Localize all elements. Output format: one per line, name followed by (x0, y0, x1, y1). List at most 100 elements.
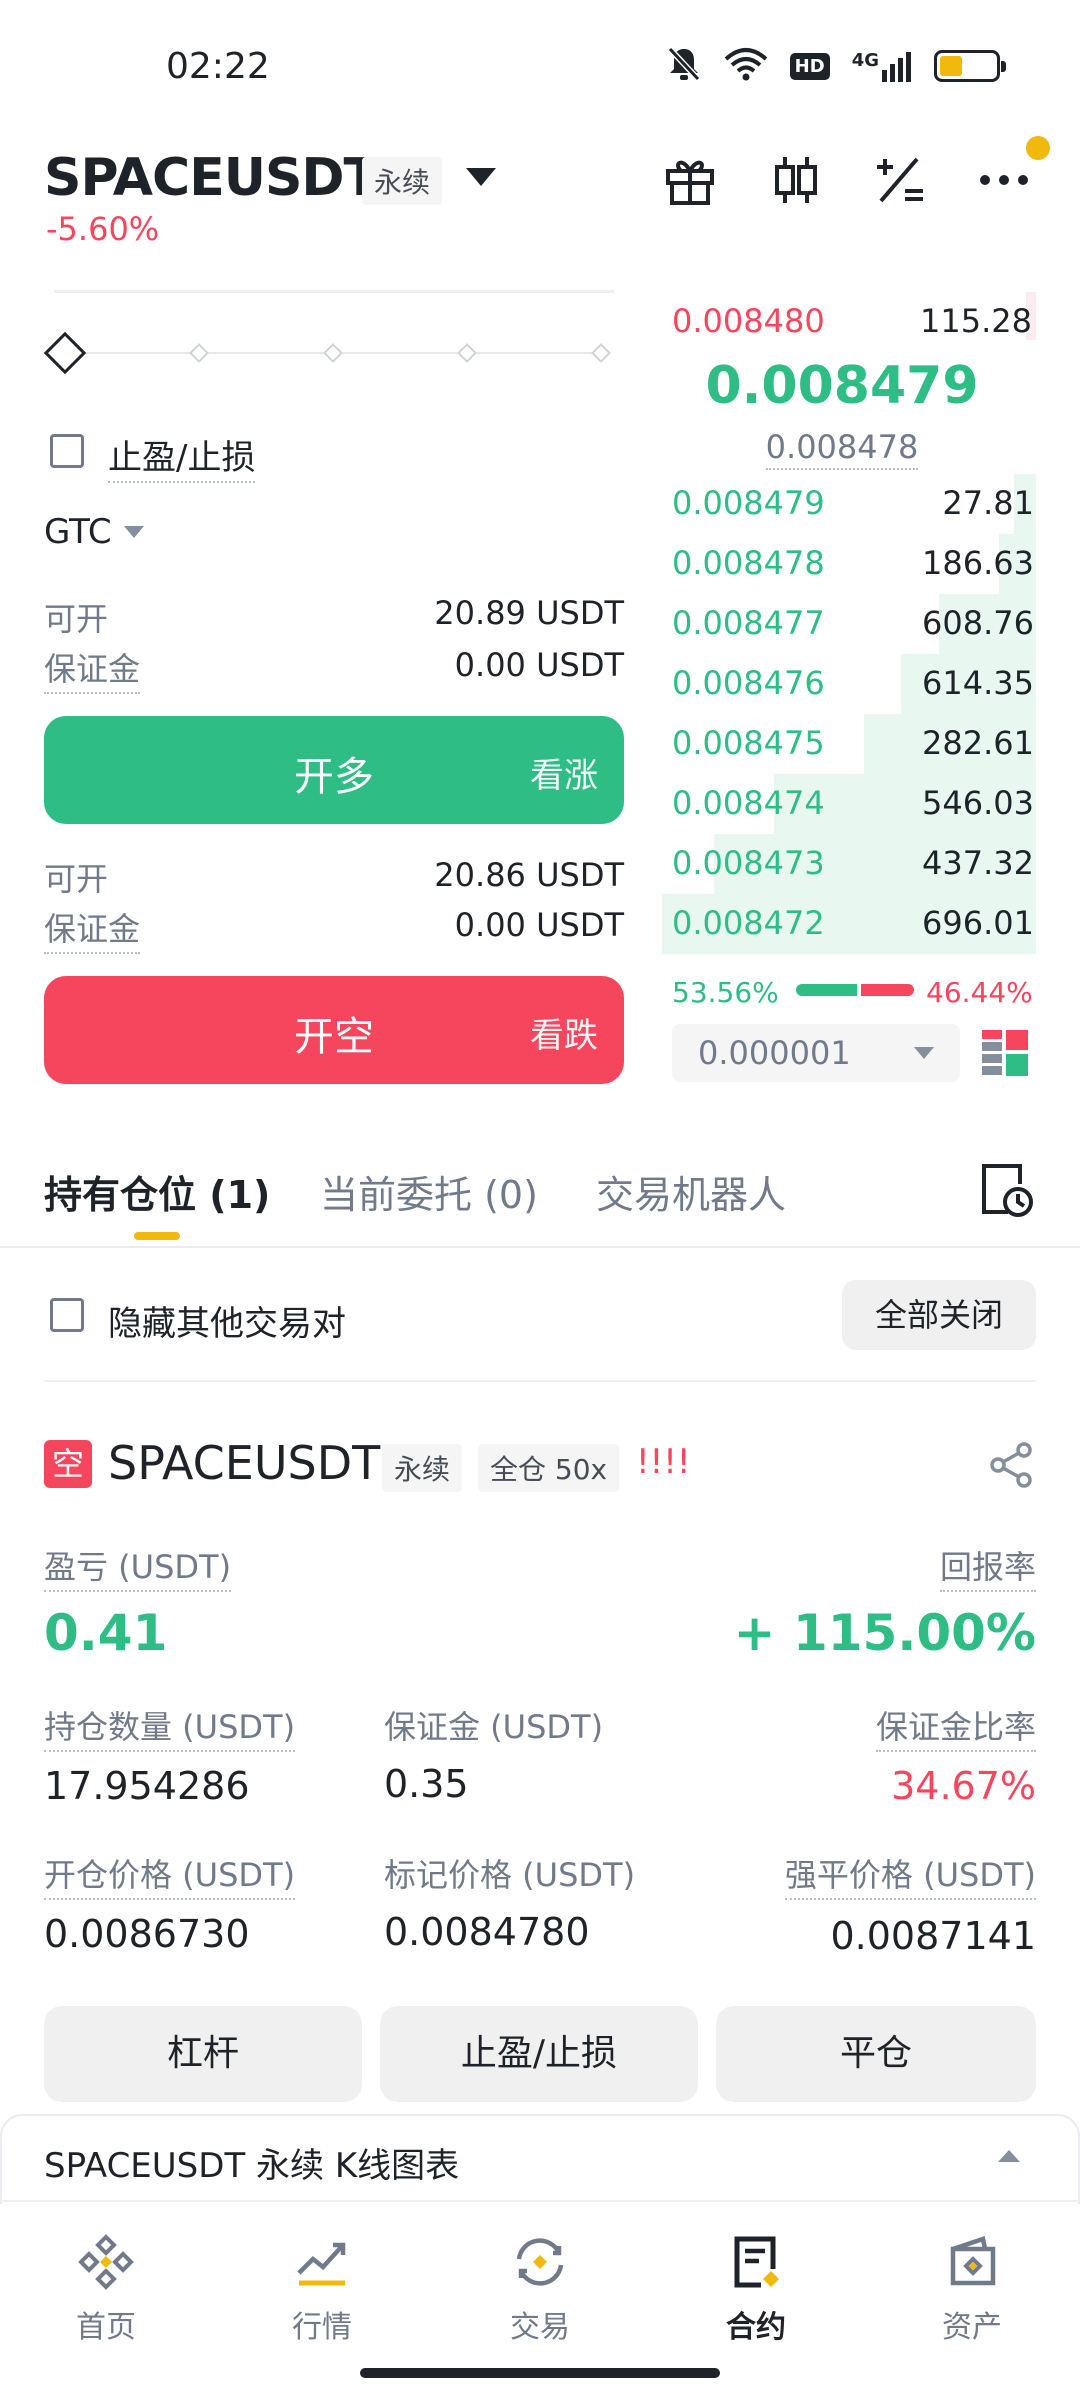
nav-trade-label: 交易 (510, 2310, 570, 2345)
size-label[interactable]: 持仓数量 (USDT) (44, 1702, 296, 1752)
nav-trade[interactable]: 交易 (460, 2230, 620, 2346)
book-layout-icon[interactable] (982, 1030, 1028, 1076)
candlestick-icon[interactable] (766, 150, 826, 210)
pnl-value: 0.41 (44, 1604, 168, 1662)
battery-icon (934, 50, 1006, 82)
long-available-value: 20.89 USDT (434, 594, 624, 632)
symbol-title[interactable]: SPACEUSDT (44, 148, 379, 208)
bid-price: 0.008479 (672, 484, 825, 522)
bid-qty: 186.63 (922, 544, 1034, 582)
long-available-label: 可开 (44, 600, 109, 638)
tpsl-label[interactable]: 止盈/止损 (108, 430, 256, 483)
bid-row[interactable]: 0.008472 696.01 (662, 894, 1036, 954)
nav-markets[interactable]: 行情 (242, 2230, 402, 2346)
slider-step[interactable] (591, 343, 611, 363)
bottom-nav-divider (0, 2200, 1080, 2202)
close-position-button[interactable]: 平仓 (716, 2006, 1036, 2102)
share-icon[interactable] (988, 1442, 1034, 1488)
bid-qty: 608.76 (922, 604, 1034, 642)
bid-row[interactable]: 0.008478 186.63 (662, 534, 1036, 594)
tif-dropdown-icon (123, 526, 144, 538)
mute-bell-icon (666, 45, 702, 87)
tab-positions[interactable]: 持有仓位 (1) (44, 1164, 270, 1219)
tif-value: GTC (44, 512, 112, 552)
precision-dropdown-icon (914, 1047, 934, 1059)
mark-price[interactable]: 0.008478 (662, 428, 1022, 470)
open-long-button[interactable]: 开多 看涨 (44, 716, 624, 824)
notification-dot (1026, 136, 1050, 160)
open-short-button[interactable]: 开空 看跌 (44, 976, 624, 1084)
last-price[interactable]: 0.008479 (662, 356, 1022, 416)
close-all-button[interactable]: 全部关闭 (842, 1280, 1036, 1350)
position-symbol[interactable]: SPACEUSDT (108, 1436, 380, 1490)
buy-ratio: 53.56% (672, 976, 779, 1009)
more-icon[interactable] (974, 150, 1034, 210)
precision-select[interactable]: 0.000001 (672, 1024, 960, 1082)
entry-price-label[interactable]: 开仓价格 (USDT) (44, 1850, 296, 1900)
short-available-value: 20.86 USDT (434, 856, 624, 894)
bid-qty: 614.35 (922, 664, 1034, 702)
symbol-dropdown-icon[interactable] (466, 168, 496, 186)
bid-row[interactable]: 0.008475 282.61 (662, 714, 1036, 774)
liq-price-label[interactable]: 强平价格 (USDT) (784, 1850, 1036, 1900)
bid-price: 0.008476 (672, 664, 825, 702)
order-history-icon[interactable] (978, 1160, 1034, 1218)
nav-assets[interactable]: 资产 (892, 2230, 1052, 2346)
nav-home-label: 首页 (76, 2310, 136, 2345)
nav-futures[interactable]: 合约 (676, 2230, 836, 2346)
home-icon (74, 2230, 138, 2294)
ask-price[interactable]: 0.008480 (672, 302, 825, 340)
slider-step[interactable] (323, 343, 343, 363)
toolbar-divider (44, 1380, 1036, 1382)
slider-step[interactable] (457, 343, 477, 363)
expand-chevron-up-icon[interactable] (998, 2150, 1020, 2162)
signal-icon: 4G (852, 50, 912, 82)
input-divider (54, 290, 614, 293)
sell-ratio: 46.44% (926, 976, 1033, 1009)
bid-row[interactable]: 0.008474 546.03 (662, 774, 1036, 834)
bid-row[interactable]: 0.008473 437.32 (662, 834, 1036, 894)
ask-qty: 115.28 (920, 302, 1032, 340)
price-change: -5.60% (46, 210, 160, 248)
nav-home[interactable]: 首页 (26, 2230, 186, 2346)
gift-icon[interactable] (660, 150, 720, 210)
status-time: 02:22 (166, 46, 270, 87)
mark-price-value: 0.008478 (765, 428, 919, 470)
futures-icon (724, 2230, 788, 2294)
trade-icon (508, 2230, 572, 2294)
kline-chart-panel[interactable]: SPACEUSDT 永续 K线图表 (0, 2114, 1080, 2204)
bid-row[interactable]: 0.008477 608.76 (662, 594, 1036, 654)
bid-price: 0.008477 (672, 604, 825, 642)
slider-step[interactable] (189, 343, 209, 363)
long-margin-label[interactable]: 保证金 (44, 644, 141, 694)
tabs-divider (0, 1246, 1080, 1248)
bid-row[interactable]: 0.008476 614.35 (662, 654, 1036, 714)
margin-mode-tag: 全仓 50x (478, 1444, 620, 1492)
short-margin-label[interactable]: 保证金 (44, 904, 141, 954)
bid-row[interactable]: 0.008479 27.81 (662, 474, 1036, 534)
hide-others-checkbox[interactable] (50, 1298, 84, 1332)
tab-open-orders[interactable]: 当前委托 (0) (320, 1164, 538, 1219)
position-contract-tag: 永续 (382, 1444, 463, 1492)
tab-trading-bots[interactable]: 交易机器人 (596, 1164, 786, 1219)
open-short-hint: 看跌 (530, 1016, 598, 1056)
active-tab-indicator (134, 1232, 180, 1240)
slider-handle[interactable] (43, 331, 87, 375)
time-in-force-select[interactable]: GTC (44, 512, 144, 552)
mark-price-label: 标记价格 (USDT) (384, 1856, 636, 1894)
buy-sell-ratio-bar (796, 984, 914, 996)
entry-price-value: 0.0086730 (44, 1912, 250, 1956)
pnl-label[interactable]: 盈亏 (USDT) (44, 1542, 232, 1592)
open-long-hint: 看涨 (530, 756, 598, 796)
wallet-icon (940, 2230, 1004, 2294)
leverage-button[interactable]: 杠杆 (44, 2006, 362, 2102)
roe-label[interactable]: 回报率 (939, 1542, 1036, 1592)
tpsl-button[interactable]: 止盈/止损 (380, 2006, 698, 2102)
roe-value: + 115.00% (733, 1604, 1036, 1662)
calculator-icon[interactable] (870, 150, 930, 210)
status-icons: HD 4G (666, 44, 1006, 88)
bid-qty: 282.61 (922, 724, 1034, 762)
tpsl-checkbox[interactable] (50, 434, 84, 468)
nav-assets-label: 资产 (942, 2310, 1002, 2345)
margin-ratio-label[interactable]: 保证金比率 (875, 1702, 1036, 1752)
